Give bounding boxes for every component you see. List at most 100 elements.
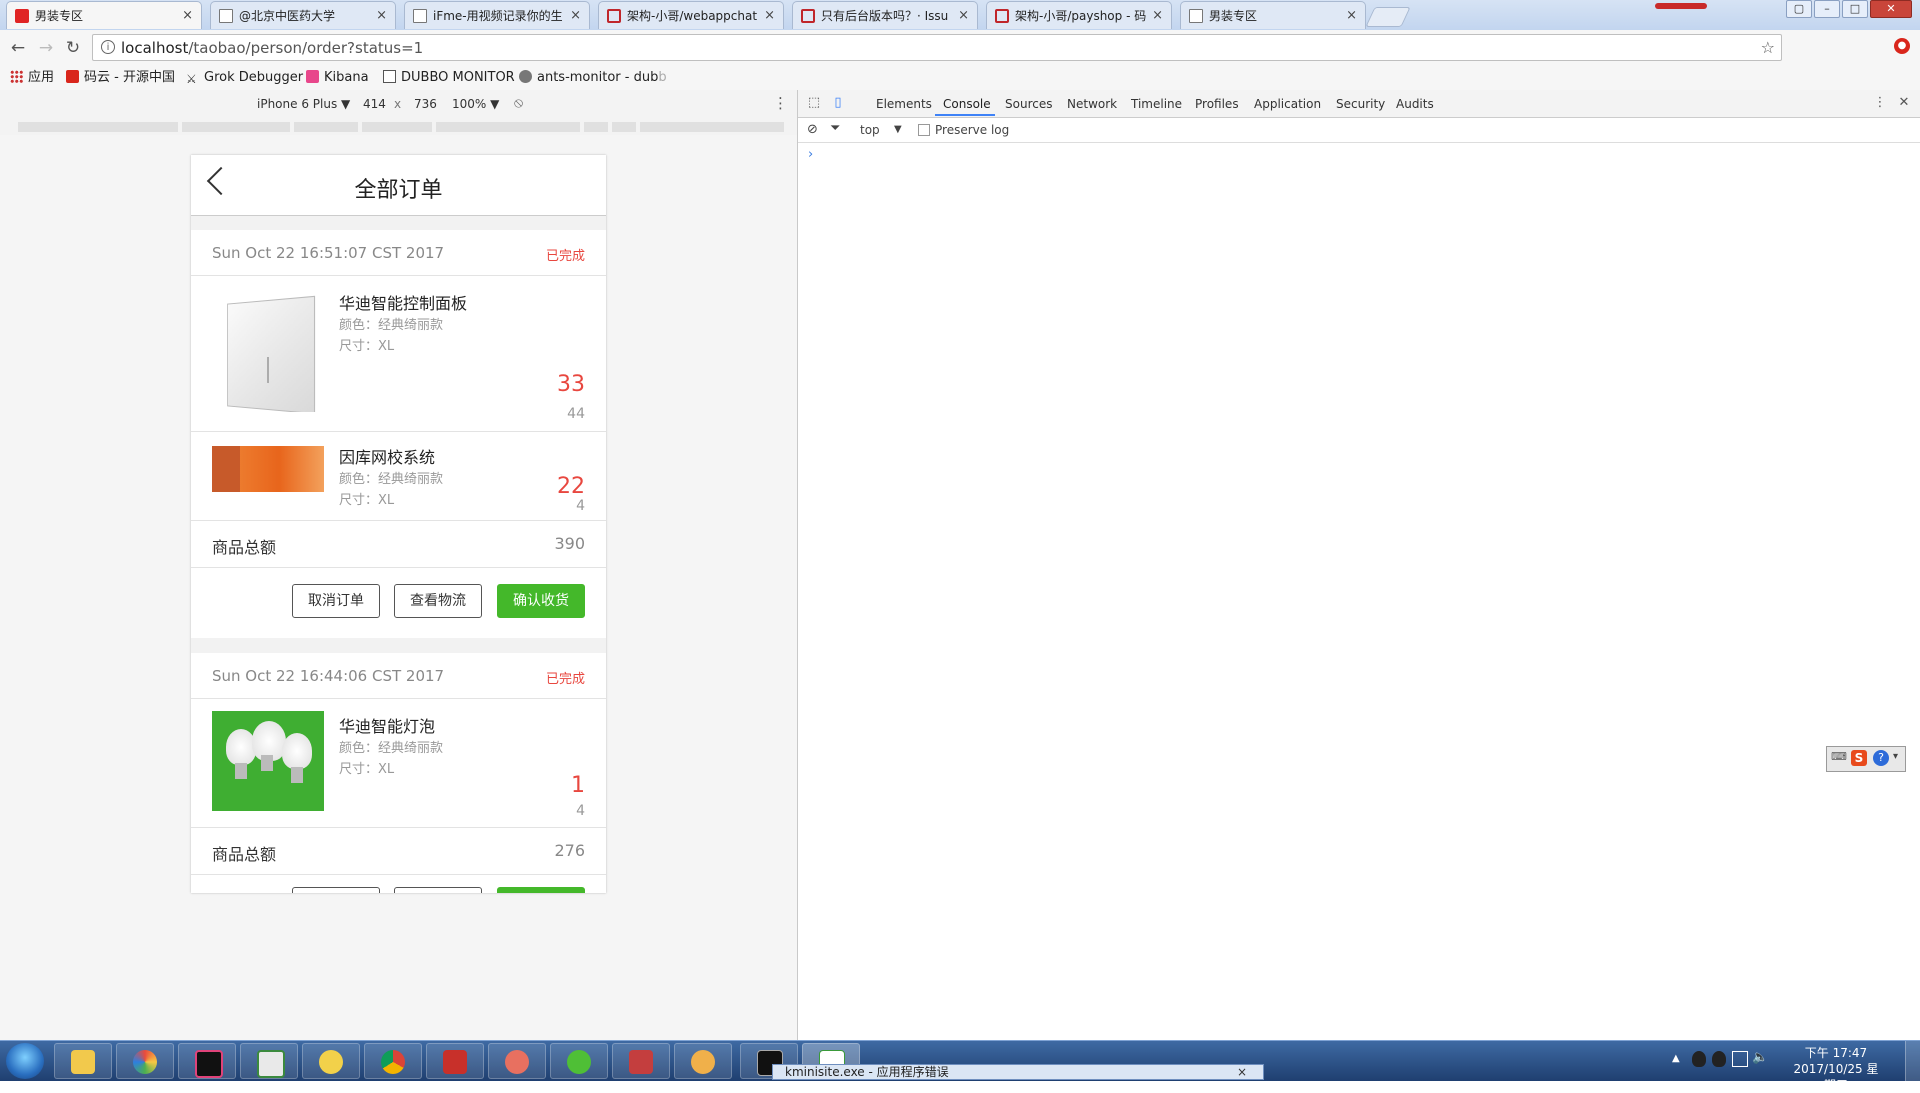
devtools-tab-audits[interactable]: Audits <box>1396 97 1434 111</box>
browser-tab-3[interactable]: 架构-小哥/webappchat × <box>598 1 784 29</box>
chevron-down-icon[interactable]: ▾ <box>1893 751 1898 762</box>
close-tab-icon[interactable]: × <box>1346 2 1357 29</box>
url-text[interactable]: localhost/taobao/person/order?status=1 <box>121 39 423 57</box>
more-options-icon[interactable]: ⋮ <box>1872 95 1888 111</box>
devtools-tab-timeline[interactable]: Timeline <box>1131 97 1182 111</box>
chevron-down-icon[interactable]: ▼ <box>894 124 902 135</box>
inspect-element-icon[interactable]: ⬚ <box>806 95 822 111</box>
close-tab-icon[interactable]: × <box>764 2 775 29</box>
help-icon[interactable]: ? <box>1873 750 1889 766</box>
order-item[interactable]: 因库网校系统 颜色：经典绮丽款 尺寸：XL 22 4 <box>191 432 606 521</box>
maximize-icon[interactable]: □ <box>1842 0 1868 18</box>
order-action-button[interactable] <box>497 887 585 893</box>
order-item[interactable]: 华迪智能控制面板 颜色：经典绮丽款 尺寸：XL 33 44 <box>191 276 606 432</box>
device-toggle-icon[interactable]: ▯ <box>830 95 846 111</box>
keyboard-icon[interactable]: ⌨ <box>1831 750 1847 763</box>
devtools-tab-network[interactable]: Network <box>1067 97 1117 111</box>
sogou-ime-icon[interactable]: S <box>1851 750 1867 766</box>
qq-icon[interactable] <box>1692 1051 1706 1067</box>
reload-icon[interactable]: ↻ <box>63 38 83 58</box>
device-width[interactable]: 414 <box>363 97 386 111</box>
device-select[interactable]: iPhone 6 Plus ▼ <box>257 97 350 111</box>
preserve-log-checkbox[interactable] <box>918 124 930 136</box>
close-devtools-icon[interactable]: ✕ <box>1896 95 1912 111</box>
network-icon[interactable] <box>1732 1051 1748 1067</box>
taskbar-chrome[interactable] <box>364 1043 422 1079</box>
product-name[interactable]: 华迪智能灯泡 <box>339 713 435 737</box>
taskbar-app[interactable] <box>674 1043 732 1079</box>
back-arrow-icon[interactable]: ← <box>8 38 28 58</box>
browser-tab-1[interactable]: @北京中医药大学 × <box>210 1 396 29</box>
forward-arrow-icon[interactable]: → <box>36 38 56 58</box>
taskbar-app[interactable] <box>116 1043 174 1079</box>
taskbar-intellij[interactable] <box>178 1043 236 1079</box>
qq-icon[interactable] <box>1712 1051 1726 1067</box>
zoom-select[interactable]: 100% ▼ <box>452 97 499 111</box>
rotate-icon[interactable]: ⦸ <box>514 95 523 111</box>
ruler-segment[interactable] <box>182 122 290 132</box>
show-desktop-button[interactable] <box>1905 1041 1920 1081</box>
product-image[interactable] <box>212 446 324 492</box>
cancel-order-button[interactable]: 取消订单 <box>292 584 380 618</box>
ruler-segment[interactable] <box>584 122 608 132</box>
browser-tab-6[interactable]: 男装专区 × <box>1180 1 1366 29</box>
product-image[interactable] <box>212 711 324 811</box>
devtools-tab-sources[interactable]: Sources <box>1005 97 1052 111</box>
browser-tab-5[interactable]: 架构-小哥/payshop - 码 × <box>986 1 1172 29</box>
close-tab-icon[interactable]: × <box>570 2 581 29</box>
start-button[interactable] <box>6 1043 44 1079</box>
browser-tab-0[interactable]: 男装专区 × <box>6 1 202 29</box>
product-name[interactable]: 华迪智能控制面板 <box>339 290 467 314</box>
bookmark-dubbo[interactable]: DUBBO MONITOR <box>383 70 515 86</box>
order-action-button[interactable] <box>394 887 482 893</box>
product-image[interactable] <box>212 292 324 412</box>
browser-tab-2[interactable]: iFme-用视频记录你的生 × <box>404 1 590 29</box>
console-prompt[interactable]: › <box>808 147 813 162</box>
minimize-icon[interactable]: – <box>1814 0 1840 18</box>
close-tab-icon[interactable]: × <box>182 2 193 29</box>
taskbar-app[interactable] <box>612 1043 670 1079</box>
device-height[interactable]: 736 <box>414 97 437 111</box>
bookmark-apps[interactable]: 应用 <box>10 70 54 86</box>
bookmark-ants[interactable]: ants-monitor - dubb <box>519 70 667 86</box>
volume-muted-icon[interactable]: 🔈 <box>1752 1050 1768 1065</box>
taskbar-app[interactable] <box>426 1043 484 1079</box>
order-item[interactable]: 华迪智能灯泡 颜色：经典绮丽款 尺寸：XL 1 4 <box>191 699 606 828</box>
ruler-segment[interactable] <box>18 122 178 132</box>
profile-indicator[interactable] <box>1655 3 1707 9</box>
filter-icon[interactable]: ⏷ <box>830 121 840 136</box>
devtools-tab-application[interactable]: Application <box>1254 97 1321 111</box>
bookmark-grok[interactable]: ⚔ Grok Debugger <box>186 70 303 86</box>
ruler-segment[interactable] <box>436 122 580 132</box>
devtools-tab-console[interactable]: Console <box>943 97 991 111</box>
close-tab-icon[interactable]: × <box>958 2 969 29</box>
address-bar[interactable]: i localhost/taobao/person/order?status=1… <box>92 34 1782 61</box>
extension-icon[interactable]: ● <box>1894 38 1910 54</box>
close-tab-icon[interactable]: × <box>1152 2 1163 29</box>
ruler-segment[interactable] <box>612 122 636 132</box>
devtools-tab-profiles[interactable]: Profiles <box>1195 97 1239 111</box>
browser-tab-4[interactable]: 只有后台版本吗？· Issu × <box>792 1 978 29</box>
ruler-segment[interactable] <box>362 122 432 132</box>
taskbar-app[interactable] <box>488 1043 546 1079</box>
error-popup-preview[interactable]: kminisite.exe - 应用程序错误 × <box>772 1064 1264 1080</box>
product-name[interactable]: 因库网校系统 <box>339 444 435 468</box>
confirm-receipt-button[interactable]: 确认收货 <box>497 584 585 618</box>
taskbar-explorer[interactable] <box>54 1043 112 1079</box>
context-select[interactable]: top <box>860 123 880 137</box>
taskbar-app[interactable] <box>240 1043 298 1079</box>
ruler-segment[interactable] <box>294 122 358 132</box>
close-window-icon[interactable]: ✕ <box>1870 0 1912 18</box>
ruler-segment[interactable] <box>640 122 784 132</box>
taskbar-wechat[interactable] <box>550 1043 608 1079</box>
clear-console-icon[interactable]: ⊘ <box>807 122 818 137</box>
devtools-tab-elements[interactable]: Elements <box>876 97 932 111</box>
bookmark-kibana[interactable]: Kibana <box>306 70 369 86</box>
close-tab-icon[interactable]: × <box>376 2 387 29</box>
more-options-icon[interactable]: ⋮ <box>773 94 788 112</box>
system-clock[interactable]: 下午 17:47 2017/10/25 星期三 <box>1788 1045 1884 1093</box>
bookmark-gitee[interactable]: 码云 - 开源中国 <box>66 70 175 86</box>
bookmark-star-icon[interactable]: ☆ <box>1761 38 1775 57</box>
taskbar-app[interactable] <box>302 1043 360 1079</box>
user-icon[interactable]: ▢ <box>1786 0 1812 18</box>
